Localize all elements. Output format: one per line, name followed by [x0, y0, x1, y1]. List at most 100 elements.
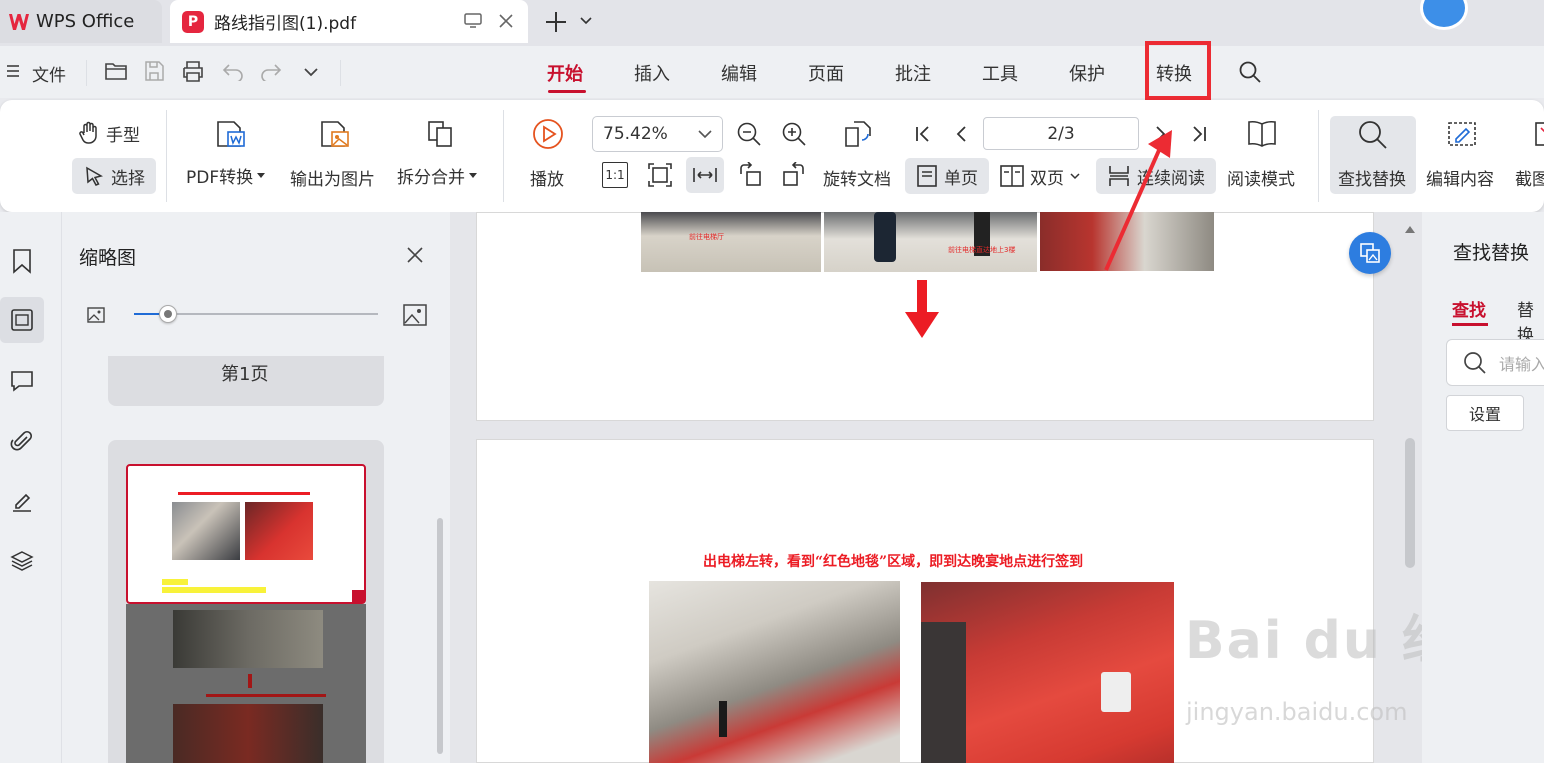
- close-tab-icon[interactable]: [498, 13, 514, 29]
- hamburger-menu-icon[interactable]: [6, 63, 20, 79]
- document-scrollbar[interactable]: [1405, 438, 1415, 568]
- rotate-document-button[interactable]: 旋转文档: [823, 165, 891, 190]
- split-merge-caret-icon: [469, 172, 477, 179]
- fit-page-icon[interactable]: [647, 162, 673, 188]
- close-panel-icon[interactable]: [406, 246, 424, 264]
- layers-icon: [10, 549, 34, 573]
- zoom-select[interactable]: 75.42%: [592, 116, 723, 152]
- window-mode-icon[interactable]: [464, 13, 482, 29]
- pdf-convert-caret-icon: [257, 172, 266, 179]
- bookmark-rail-button[interactable]: [0, 238, 44, 284]
- menu-tab-page[interactable]: 页面: [808, 60, 844, 86]
- attachment-rail-button[interactable]: [0, 418, 44, 464]
- menu-tab-edit[interactable]: 编辑: [721, 60, 757, 86]
- select-tool-button[interactable]: 选择: [72, 158, 156, 194]
- menu-tab-protect[interactable]: 保护: [1069, 60, 1105, 86]
- fit-width-icon: [692, 162, 718, 188]
- zoom-value: 75.42%: [603, 124, 668, 144]
- scroll-up-icon[interactable]: [1405, 225, 1415, 233]
- split-merge-button[interactable]: 拆分合并: [397, 163, 477, 188]
- single-page-label: 单页: [944, 168, 978, 189]
- bookmark-icon: [11, 248, 33, 274]
- wps-logo-icon: [8, 12, 30, 32]
- paperclip-icon: [10, 429, 34, 453]
- menu-tab-tools[interactable]: 工具: [982, 60, 1018, 86]
- pdf-convert-icon: [214, 118, 246, 150]
- thumbnail-rail-button[interactable]: [0, 297, 44, 343]
- single-page-icon: [916, 164, 938, 188]
- pdf-file-icon: P: [182, 10, 204, 33]
- thumbnail-size-slider-handle[interactable]: [159, 305, 177, 323]
- split-merge-icon: [425, 118, 457, 150]
- page2-thumbnail-selected[interactable]: [126, 464, 366, 604]
- screenshot-icon: [1533, 118, 1544, 150]
- thumbnail-image-icon: [10, 308, 34, 332]
- pdf-convert-button[interactable]: PDF转换: [186, 163, 266, 188]
- photo-caption-2: 前往电梯直达地上3楼: [948, 246, 1016, 254]
- menu-tab-annotate[interactable]: 批注: [895, 60, 931, 86]
- export-image-button[interactable]: 输出为图片: [290, 165, 375, 190]
- new-tab-plus-icon[interactable]: [544, 10, 568, 34]
- file-menu[interactable]: 文件: [32, 61, 66, 86]
- reading-mode-button[interactable]: 阅读模式: [1227, 165, 1295, 190]
- ribbon-toolbar: [0, 100, 1544, 212]
- double-page-button[interactable]: 双页: [1000, 158, 1080, 194]
- play-icon: [532, 118, 564, 150]
- screenshot-button[interactable]: 截图: [1515, 165, 1544, 190]
- single-page-button[interactable]: 单页: [905, 158, 989, 194]
- rotate-document-icon: [842, 118, 874, 150]
- print-icon[interactable]: [181, 60, 205, 82]
- rotate-right-icon[interactable]: [781, 162, 807, 188]
- photo-hall-walkers: 前往电梯直达地上3楼: [824, 212, 1037, 272]
- zoom-in-icon[interactable]: [781, 121, 807, 147]
- tab-wps-office-label: WPS Office: [36, 11, 135, 32]
- last-page-icon[interactable]: [1190, 125, 1208, 143]
- save-icon[interactable]: [143, 60, 165, 82]
- double-page-label: 双页: [1030, 168, 1064, 189]
- signature-rail-button[interactable]: [0, 478, 44, 524]
- small-thumbnail-icon[interactable]: [86, 305, 106, 325]
- hand-tool-label: 手型: [106, 125, 140, 146]
- more-chevron-down-icon[interactable]: [303, 67, 319, 77]
- comment-rail-button[interactable]: [0, 358, 44, 404]
- settings-label: 设置: [1468, 405, 1501, 424]
- hand-tool-button[interactable]: 手型: [76, 116, 140, 150]
- search-icon[interactable]: [1238, 60, 1262, 84]
- find-replace-search-icon: [1357, 119, 1389, 151]
- page1-thumbnail-label: 第1页: [221, 364, 269, 385]
- photo-red-carpet-area: [921, 582, 1174, 763]
- thumbnail-scrollbar[interactable]: [437, 518, 443, 754]
- page2-heading: 出电梯左转，看到“红色地毯”区域，即到达晚宴地点进行签到: [703, 554, 1084, 570]
- image-convert-icon: [1359, 242, 1381, 264]
- layers-rail-button[interactable]: [0, 538, 44, 584]
- find-search-icon: [1463, 351, 1487, 375]
- reading-mode-book-icon: [1246, 118, 1278, 150]
- split-merge-label: 拆分合并: [397, 168, 465, 188]
- rotate-left-icon[interactable]: [737, 162, 763, 188]
- export-image-icon: [318, 118, 350, 150]
- open-folder-icon[interactable]: [104, 60, 128, 82]
- edit-content-button[interactable]: 编辑内容: [1426, 165, 1494, 190]
- zoom-out-icon[interactable]: [736, 121, 762, 147]
- actual-size-label: 1:1: [605, 168, 625, 182]
- tab-wps-office[interactable]: WPS Office: [0, 0, 162, 43]
- play-button[interactable]: 播放: [530, 165, 564, 190]
- find-search-input[interactable]: 请输入: [1446, 339, 1544, 386]
- undo-icon[interactable]: [222, 61, 244, 81]
- menu-tab-start[interactable]: 开始: [547, 60, 583, 86]
- menu-tab-insert[interactable]: 插入: [634, 60, 670, 86]
- photo-exit-elevator-left: [649, 581, 900, 763]
- cursor-arrow-icon: [83, 165, 105, 187]
- tab-find[interactable]: 查找: [1452, 296, 1486, 321]
- find-tab-underline: [1452, 323, 1488, 326]
- large-thumbnail-icon[interactable]: [402, 302, 428, 328]
- settings-button[interactable]: 设置: [1446, 395, 1524, 431]
- pen-signature-icon: [10, 489, 34, 513]
- actual-size-button[interactable]: 1:1: [602, 162, 628, 188]
- first-page-icon[interactable]: [914, 125, 932, 143]
- floating-image-tool-button[interactable]: [1349, 232, 1391, 274]
- previous-page-icon[interactable]: [954, 125, 970, 143]
- redo-icon[interactable]: [260, 61, 282, 81]
- fit-width-button[interactable]: [686, 157, 724, 193]
- tab-list-chevron-down-icon[interactable]: [580, 16, 592, 26]
